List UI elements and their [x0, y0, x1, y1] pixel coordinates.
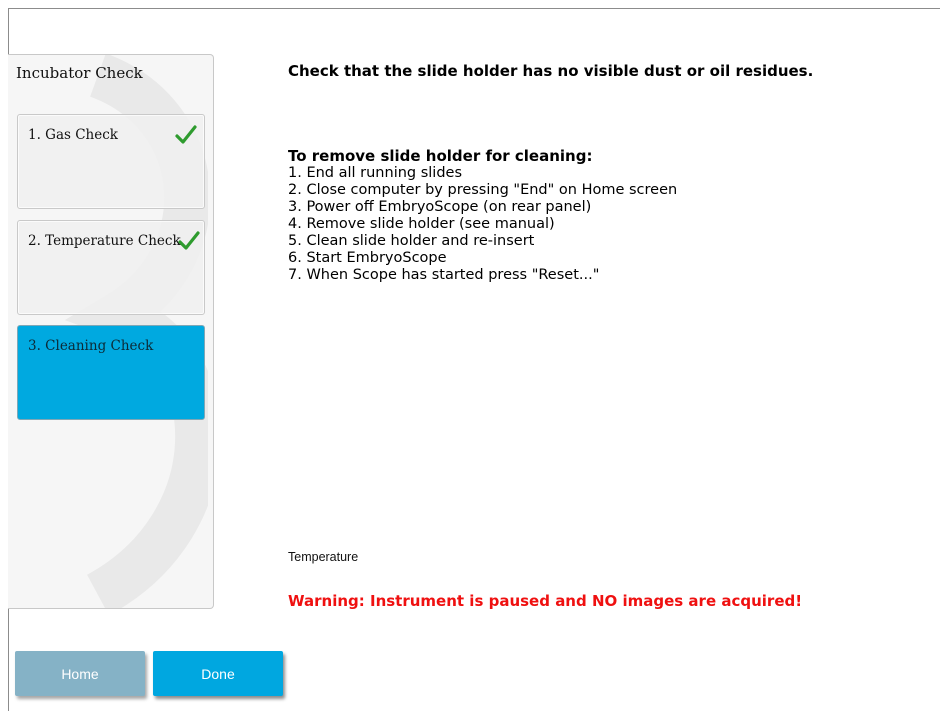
checkmark-icon [175, 125, 197, 144]
cleaning-instructions: To remove slide holder for cleaning: 1. … [288, 147, 677, 284]
step-gas-check[interactable]: 1. Gas Check [17, 114, 205, 209]
warning-message: Warning: Instrument is paused and NO ima… [288, 592, 803, 610]
step-label: 3. Cleaning Check [28, 338, 154, 354]
instruction-item: 1. End all running slides [288, 165, 463, 181]
sidebar-title: Incubator Check [16, 64, 143, 82]
instruction-item: 3. Power off EmbryoScope (on rear panel) [288, 199, 592, 215]
instruction-item: 4. Remove slide holder (see manual) [288, 216, 555, 232]
main-heading: Check that the slide holder has no visib… [288, 62, 814, 80]
step-label: 2. Temperature Check [28, 233, 181, 249]
instructions-title: To remove slide holder for cleaning: [288, 147, 593, 165]
step-cleaning-check[interactable]: 3. Cleaning Check [17, 325, 205, 420]
checkmark-icon [178, 231, 200, 250]
step-temperature-check[interactable]: 2. Temperature Check [17, 220, 205, 315]
temperature-label: Temperature [288, 550, 359, 564]
instruction-item: 5. Clean slide holder and re-insert [288, 233, 535, 249]
instruction-item: 7. When Scope has started press "Reset..… [288, 267, 600, 283]
instructions-list: 1. End all running slides 2. Close compu… [288, 165, 677, 284]
step-label: 1. Gas Check [28, 127, 118, 143]
done-button[interactable]: Done [153, 651, 283, 696]
instruction-item: 2. Close computer by pressing "End" on H… [288, 182, 678, 198]
home-button[interactable]: Home [15, 651, 145, 696]
incubator-check-sidebar: Incubator Check 1. Gas Check 2. Temperat… [8, 54, 214, 609]
instruction-item: 6. Start EmbryoScope [288, 250, 447, 266]
